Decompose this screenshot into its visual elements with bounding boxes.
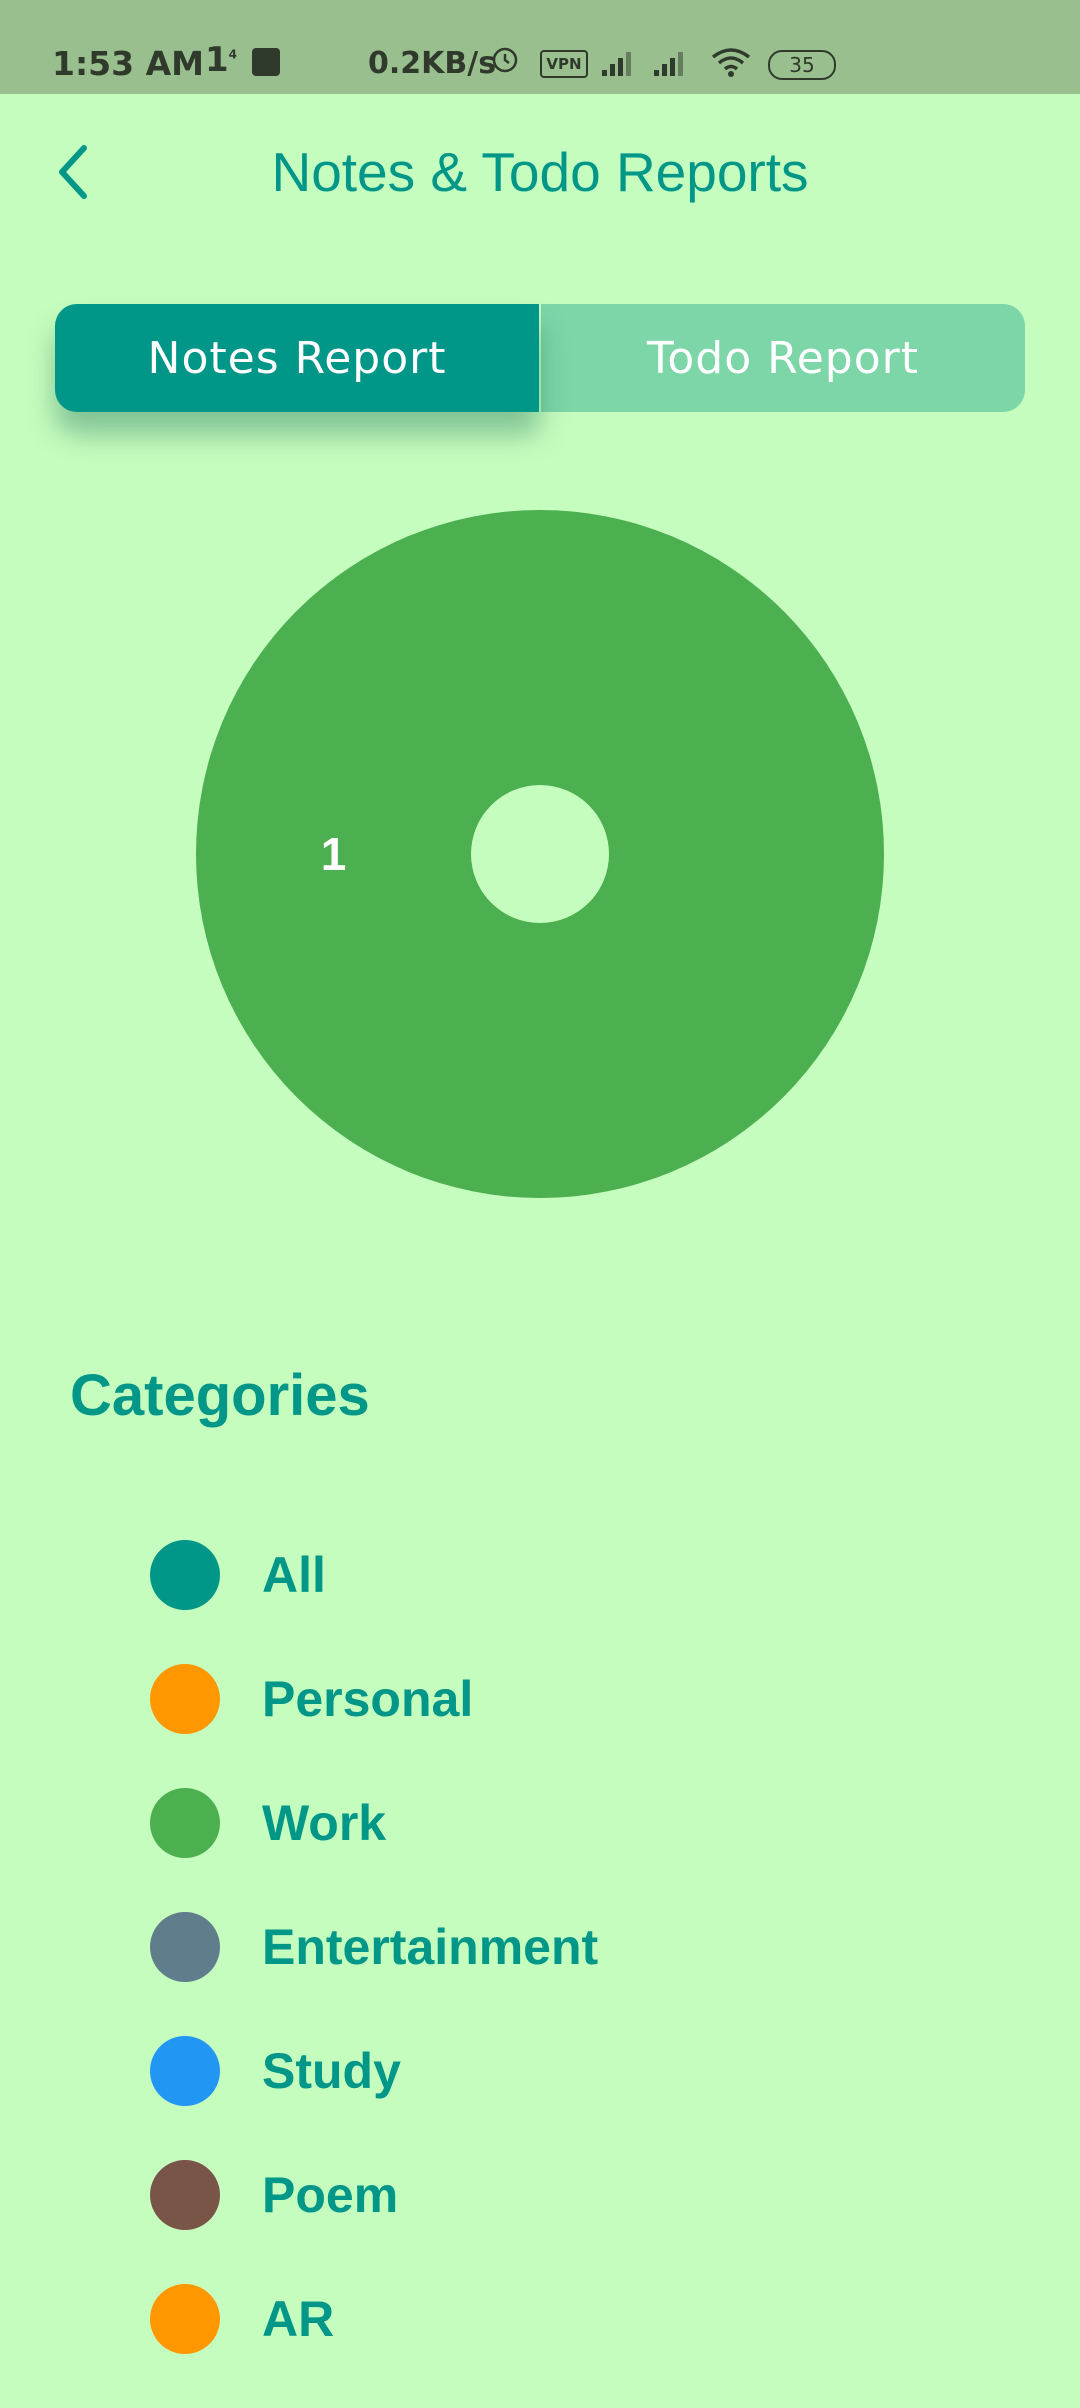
legend-label: Entertainment: [262, 1919, 599, 1975]
pie-center-hole: [471, 785, 609, 923]
legend-label: Work: [262, 1795, 387, 1851]
legend-item: Personal: [150, 1664, 950, 1734]
legend-item: All: [150, 1540, 950, 1610]
tab-todo-report[interactable]: Todo Report: [539, 304, 1025, 412]
legend-color-dot: [150, 1540, 220, 1610]
vpn-icon: VPN: [540, 50, 588, 78]
legend-color-dot: [150, 1788, 220, 1858]
legend-item: Poem: [150, 2160, 950, 2230]
legend-color-dot: [150, 1912, 220, 1982]
legend-color-dot: [150, 2284, 220, 2354]
legend-color-dot: [150, 1664, 220, 1734]
page-title: Notes & Todo Reports: [271, 141, 809, 203]
legend-label: Poem: [262, 2167, 399, 2223]
legend-label: Personal: [262, 1671, 474, 1727]
notes-pie-chart: 1: [196, 510, 884, 1198]
signal-icon: [602, 52, 631, 76]
legend-item: Entertainment: [150, 1912, 950, 1982]
upload-icon: [252, 48, 280, 76]
signal-icon: [654, 52, 683, 76]
legend-item: Work: [150, 1788, 950, 1858]
legend-label: Study: [262, 2043, 401, 2099]
legend-label: All: [262, 1547, 326, 1603]
network-speed: 0.2KB/s: [368, 46, 497, 81]
legend-item: Study: [150, 2036, 950, 2106]
report-tabs: Notes Report Todo Report: [55, 304, 1025, 412]
pie-data-label: 1: [321, 828, 347, 880]
alarm-icon: [492, 47, 518, 73]
categories-heading: Categories: [70, 1363, 370, 1428]
categories-legend: All Personal Work Entertainment Study Poem AR: [150, 1540, 950, 2408]
legend-item: AR: [150, 2284, 950, 2354]
wifi-icon: [711, 48, 751, 77]
legend-color-dot: [150, 2160, 220, 2230]
tab-notes-report[interactable]: Notes Report: [55, 304, 539, 412]
status-indicator: 14: [205, 40, 238, 80]
legend-color-dot: [150, 2036, 220, 2106]
status-time: 1:53 AM: [52, 44, 204, 83]
legend-label: AR: [262, 2291, 335, 2347]
battery-icon: 35: [768, 50, 836, 80]
status-bar: 1:53 AM 14 0.2KB/s VPN 35: [0, 0, 1080, 94]
